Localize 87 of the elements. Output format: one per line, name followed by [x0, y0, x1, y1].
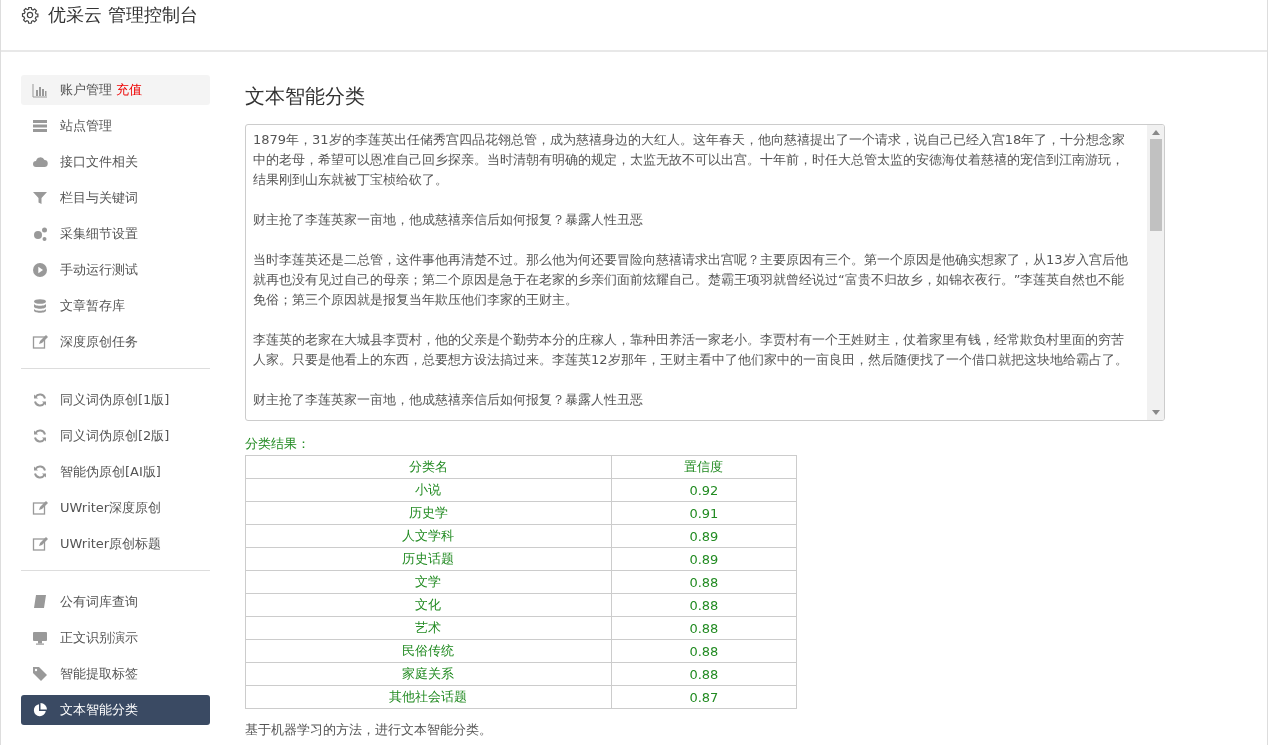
- paragraph: 当时李莲英还是二总管，这件事他再清楚不过。那么他为何还要冒险向慈禧请求出宫呢？主要原因有三个。第一个原因是他确实想家了，从13岁入宫后他就再也没有见过自己的母亲；第二个原因是急于在老家的乡亲们面前炫耀自己。楚霸王项羽就曾经说过“富贵不归故乡，如锦衣夜行。”李莲英自然也不能免俗；第三个原因就是报复当年欺压他们李家的王财主。: [253, 251, 1129, 309]
- database-icon: [32, 298, 48, 314]
- table-cell: 家庭关系: [245, 662, 612, 686]
- sidebar-item-label: 账户管理: [60, 81, 112, 99]
- table-cell: 0.88: [611, 662, 797, 686]
- table-cell: 小说: [245, 478, 612, 502]
- table-cell: 0.91: [611, 501, 797, 525]
- pie-chart-icon: [32, 702, 48, 718]
- sidebar-item-label: 正文识别演示: [60, 629, 138, 647]
- sidebar-item[interactable]: 手动运行测试: [21, 255, 210, 285]
- sidebar-item-label: UWriter原创标题: [60, 535, 162, 553]
- sidebar-item-label: 同义词伪原创[2版]: [60, 427, 170, 445]
- refresh-icon: [32, 428, 48, 444]
- table-cell: 0.89: [611, 524, 797, 548]
- sidebar-item[interactable]: 正文识别演示: [21, 623, 210, 653]
- refresh-icon: [32, 392, 48, 408]
- cloud-upload-icon: [32, 154, 48, 170]
- recharge-link[interactable]: 充值: [116, 81, 142, 99]
- sidebar-item[interactable]: 账户管理 充值: [21, 75, 210, 105]
- sidebar-item-label: 采集细节设置: [60, 225, 138, 243]
- sidebar-item-label: 智能伪原创[AI版]: [60, 463, 161, 481]
- sidebar-item-label: 智能提取标签: [60, 665, 138, 683]
- sidebar-item-label: 文本智能分类: [60, 701, 138, 719]
- sidebar-item[interactable]: 站点管理: [21, 111, 210, 141]
- table-cell: 0.88: [611, 639, 797, 663]
- table-cell: 其他社会话题: [245, 685, 612, 709]
- edit-icon: [32, 536, 48, 552]
- sidebar-item-label: 文章暂存库: [60, 297, 125, 315]
- sidebar-item-label: 站点管理: [60, 117, 112, 135]
- scroll-down-icon[interactable]: [1151, 410, 1160, 415]
- sidebar-item[interactable]: 接口文件相关: [21, 147, 210, 177]
- sidebar-item-label: 深度原创任务: [60, 333, 138, 351]
- server-icon: [32, 118, 48, 134]
- sidebar-item[interactable]: 文章暂存库: [21, 291, 210, 321]
- paragraph: 财主抢了李莲英家一亩地，他成慈禧亲信后如何报复？暴露人性丑恶: [253, 391, 644, 409]
- paragraph: 1879年，31岁的李莲英出任储秀宫四品花翎总管，成为慈禧身边的大红人。这年春天，他向慈禧提出了一个请求，说自己已经入宫18年了，十分想念家中的老母，希望可以恩准自己回乡探亲。当时清朝有明确的规定，太监无故不可以出宫。十年前，时任大总管太监的安德海仗着慈禧的宠信到江南游玩，结果刚到山东就被丁宝桢给砍了。: [253, 131, 1127, 189]
- result-heading: 分类结果：: [245, 435, 311, 453]
- sidebar-item[interactable]: 深度原创任务: [21, 327, 210, 357]
- table-cell: 0.89: [611, 547, 797, 571]
- table-cell: 历史学: [245, 501, 612, 525]
- table-cell: 0.88: [611, 593, 797, 617]
- bar-chart-icon: [32, 82, 48, 98]
- sidebar-item[interactable]: UWriter原创标题: [21, 529, 210, 559]
- table-cell: 0.88: [611, 570, 797, 594]
- settings-icon: [21, 6, 39, 24]
- paragraph: 李莲英的老家在大城县李贾村，他的父亲是个勤劳本分的庄稼人，靠种田养活一家老小。李贾村有一个王姓财主，仗着家里有钱，经常欺负村里面的穷苦人家。只要是他看上的东西，总要想方设法搞过来。李莲英12岁那年，王财主看中了他们家中的一亩良田，然后随便找了一个借口就把这块地给霸占了。: [253, 331, 1129, 369]
- table-cell: 0.92: [611, 478, 797, 502]
- sidebar-item[interactable]: 采集细节设置: [21, 219, 210, 249]
- app-title: 优采云 管理控制台: [48, 4, 198, 26]
- sidebar-item-label: 手动运行测试: [60, 261, 138, 279]
- play-icon: [32, 262, 48, 278]
- sidebar-item-label: 同义词伪原创[1版]: [60, 391, 170, 409]
- scroll-up-icon[interactable]: [1151, 130, 1160, 135]
- column-header: 置信度: [611, 455, 797, 479]
- sidebar-item[interactable]: 同义词伪原创[1版]: [21, 385, 210, 415]
- table-cell: 文化: [245, 593, 612, 617]
- table-cell: 人文学科: [245, 524, 612, 548]
- sidebar-item[interactable]: 公有词库查询: [21, 587, 210, 617]
- edit-icon: [32, 334, 48, 350]
- table-cell: 民俗传统: [245, 639, 612, 663]
- sidebar-item[interactable]: UWriter深度原创: [21, 493, 210, 523]
- table-cell: 历史话题: [245, 547, 612, 571]
- sidebar-item-label: 栏目与关键词: [60, 189, 138, 207]
- sidebar-item[interactable]: 智能提取标签: [21, 659, 210, 689]
- text-input-field[interactable]: [245, 124, 1165, 421]
- scrollbar-thumb[interactable]: [1149, 139, 1162, 231]
- monitor-icon: [32, 630, 48, 646]
- column-header: 分类名: [245, 455, 612, 479]
- table-cell: 0.87: [611, 685, 797, 709]
- page-title: 文本智能分类: [245, 83, 366, 110]
- sidebar-item-label: UWriter深度原创: [60, 499, 162, 517]
- sidebar-item[interactable]: 同义词伪原创[2版]: [21, 421, 210, 451]
- sidebar-item-label: 接口文件相关: [60, 153, 138, 171]
- table-cell: 0.88: [611, 616, 797, 640]
- sidebar-item[interactable]: 栏目与关键词: [21, 183, 210, 213]
- tag-icon: [32, 666, 48, 682]
- sidebar-item[interactable]: 智能伪原创[AI版]: [21, 457, 210, 487]
- refresh-icon: [32, 464, 48, 480]
- table-cell: 文学: [245, 570, 612, 594]
- edit-icon: [32, 500, 48, 516]
- paragraph: 财主抢了李莲英家一亩地，他成慈禧亲信后如何报复？暴露人性丑恶: [253, 211, 644, 229]
- table-cell: 艺术: [245, 616, 612, 640]
- scrollbar[interactable]: [1147, 125, 1164, 420]
- sidebar-item-label: 公有词库查询: [60, 593, 138, 611]
- description-text: 基于机器学习的方法，进行文本智能分类。: [245, 721, 493, 739]
- filter-icon: [32, 190, 48, 206]
- sidebar-item[interactable]: 文本智能分类: [21, 695, 210, 725]
